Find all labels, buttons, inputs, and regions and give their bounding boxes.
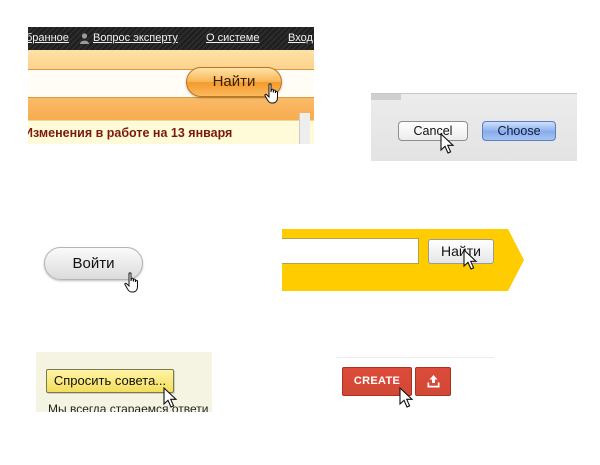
arrow-cursor-icon: [399, 387, 414, 408]
person-icon: [80, 33, 89, 44]
hand-cursor-icon: [124, 272, 138, 293]
mac-dialog-footer: Cancel Choose: [371, 93, 577, 161]
news-headline[interactable]: Изменения в работе на 13 января: [28, 126, 232, 140]
hand-cursor-icon: [264, 83, 278, 104]
top-nav-bar: бранное Вопрос эксперту О системе Вход: [28, 27, 314, 50]
ask-advice-panel: Спросить совета... Мы всегда стараемся о…: [36, 352, 212, 412]
orange-search-panel: бранное Вопрос эксперту О системе Вход Н…: [28, 27, 314, 144]
nav-favorites-link[interactable]: бранное: [28, 27, 69, 50]
search-input[interactable]: [282, 238, 419, 264]
search-button[interactable]: Найти: [428, 239, 494, 264]
nav-login-link[interactable]: Вход: [288, 27, 313, 50]
nav-about-link[interactable]: О системе: [206, 27, 259, 50]
yellow-search-panel: Найти: [282, 229, 524, 291]
scrollbar[interactable]: [299, 113, 310, 144]
cancel-button[interactable]: Cancel: [398, 121, 468, 141]
arrow-cursor-icon: [463, 249, 478, 270]
choose-button[interactable]: Choose: [482, 121, 556, 141]
upload-icon: [427, 375, 440, 388]
upload-button[interactable]: [415, 367, 451, 396]
scrollbar-thumb[interactable]: [371, 94, 401, 100]
ask-advice-button[interactable]: Спросить совета...: [46, 369, 174, 393]
caption-text: Мы всегда стараемся ответи: [48, 402, 209, 412]
divider: [336, 357, 494, 358]
nav-expert-question-link[interactable]: Вопрос эксперту: [93, 27, 178, 50]
arrow-cursor-icon: [440, 133, 455, 154]
